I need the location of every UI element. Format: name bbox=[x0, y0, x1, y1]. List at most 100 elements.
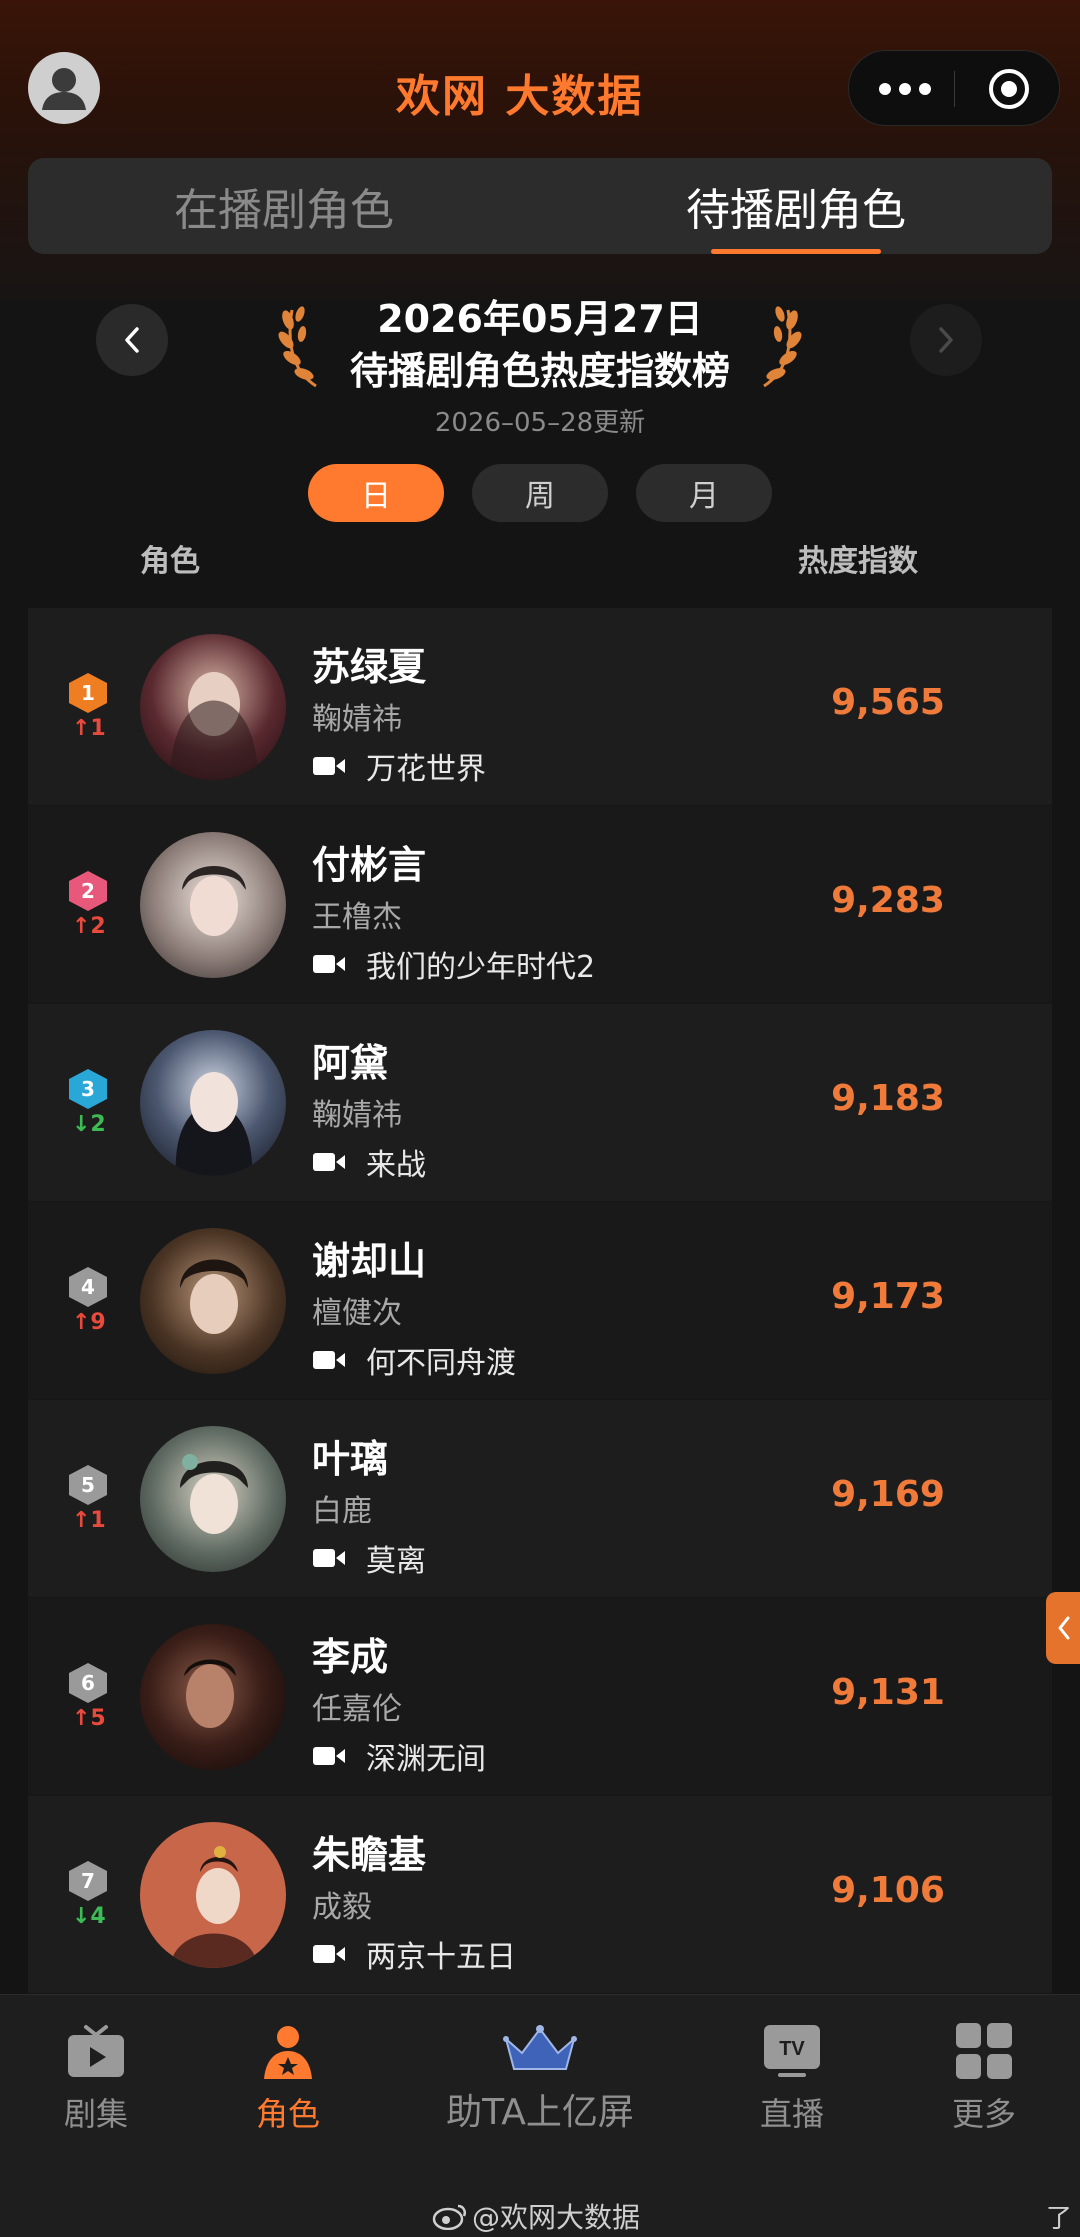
close-target-icon[interactable] bbox=[987, 67, 1031, 111]
drama-name: 莫离 bbox=[366, 1544, 426, 1579]
weibo-watermark: @欢网大数据 bbox=[432, 2196, 640, 2236]
nav-roles[interactable]: 角色 bbox=[218, 2023, 358, 2135]
role-name: 苏绿夏 bbox=[312, 645, 427, 689]
corner-text: 了 bbox=[1046, 2204, 1073, 2234]
video-camera-icon bbox=[313, 1549, 345, 1567]
heat-score: 9,131 bbox=[831, 1672, 945, 1713]
crown-icon bbox=[503, 2025, 577, 2070]
drama-title: 深渊无间 bbox=[312, 1734, 486, 1778]
character-photo bbox=[140, 1624, 286, 1770]
heat-score: 9,173 bbox=[831, 1276, 945, 1317]
drama-name: 我们的少年时代2 bbox=[366, 950, 596, 985]
actor-name: 白鹿 bbox=[312, 1494, 372, 1529]
rank-badge: 5 bbox=[66, 1464, 110, 1506]
actor-name: 王橹杰 bbox=[312, 900, 402, 935]
heat-score: 9,183 bbox=[831, 1078, 945, 1119]
drama-name: 来战 bbox=[366, 1148, 426, 1183]
actor-name: 鞠婧祎 bbox=[312, 702, 402, 737]
video-camera-icon bbox=[313, 1153, 345, 1171]
nav-more[interactable]: 更多 bbox=[914, 2023, 1054, 2135]
heat-score: 9,283 bbox=[831, 880, 945, 921]
heat-score: 9,169 bbox=[831, 1474, 945, 1515]
ranking-list: 1 ↑1 苏绿夏 鞠婧祎 万花世界 9,565 2 ↑2 付彬言 王橹杰 我们的… bbox=[28, 608, 1052, 1994]
ranking-row[interactable]: 7 ↓4 朱瞻基 成毅 两京十五日 9,106 bbox=[28, 1796, 1052, 1994]
rank-badge: 2 bbox=[66, 870, 110, 912]
next-date-button[interactable] bbox=[910, 304, 982, 376]
rank-trend: ↑5 bbox=[72, 1706, 106, 1731]
role-name: 阿黛 bbox=[312, 1041, 389, 1085]
update-time: 2026–05–28更新 bbox=[434, 408, 646, 438]
role-name: 谢却山 bbox=[312, 1239, 427, 1283]
rank-trend: ↓4 bbox=[72, 1904, 106, 1929]
nav-series[interactable]: 剧集 bbox=[26, 2023, 166, 2135]
drama-name: 深渊无间 bbox=[366, 1742, 486, 1777]
ranking-row[interactable]: 4 ↑9 谢却山 檀健次 何不同舟渡 9,173 bbox=[28, 1202, 1052, 1400]
drama-title: 来战 bbox=[312, 1140, 426, 1184]
period-day-button[interactable]: 日 bbox=[308, 464, 444, 522]
actor-name: 檀健次 bbox=[312, 1296, 402, 1331]
person-star-icon bbox=[264, 2026, 312, 2079]
rank-trend: ↑1 bbox=[72, 716, 106, 741]
drama-name: 万花世界 bbox=[366, 752, 486, 787]
capsule-divider bbox=[954, 71, 955, 107]
ranking-row[interactable]: 5 ↑1 叶璃 白鹿 莫离 9,169 bbox=[28, 1400, 1052, 1598]
rank-number: 7 bbox=[81, 1869, 95, 1893]
video-camera-icon bbox=[313, 1747, 345, 1765]
role-name: 李成 bbox=[312, 1635, 389, 1679]
actor-name: 任嘉伦 bbox=[312, 1692, 402, 1727]
tab-upcoming-roles[interactable]: 待播剧角色 bbox=[540, 158, 1052, 254]
watermark-text: @欢网大数据 bbox=[472, 2201, 641, 2234]
nav-live[interactable]: TV 直播 bbox=[722, 2023, 862, 2135]
rank-badge: 6 bbox=[66, 1662, 110, 1704]
brand-logo: 欢网 大数据 bbox=[396, 71, 644, 122]
character-photo bbox=[140, 1426, 286, 1572]
rank-trend: ↓2 bbox=[72, 1112, 106, 1137]
drama-name: 何不同舟渡 bbox=[366, 1346, 516, 1381]
side-drawer-handle[interactable] bbox=[1046, 1592, 1080, 1664]
role-name: 朱瞻基 bbox=[312, 1833, 427, 1877]
drama-title: 万花世界 bbox=[312, 744, 486, 788]
character-photo bbox=[140, 634, 286, 780]
period-selector: 日 周 月 bbox=[308, 464, 772, 522]
user-avatar-button[interactable] bbox=[28, 52, 100, 124]
heat-score: 9,565 bbox=[831, 682, 945, 723]
ranking-row[interactable]: 3 ↓2 阿黛 鞠婧祎 来战 9,183 bbox=[28, 1004, 1052, 1202]
period-week-button[interactable]: 周 bbox=[472, 464, 608, 522]
tv-play-icon bbox=[68, 2025, 124, 2077]
drama-title: 我们的少年时代2 bbox=[312, 942, 595, 986]
character-photo bbox=[140, 1822, 286, 1968]
tv-live-icon: TV bbox=[764, 2025, 820, 2077]
video-camera-icon bbox=[313, 955, 345, 973]
header: 欢网 大数据 bbox=[0, 0, 1080, 160]
nav-series-label: 剧集 bbox=[63, 2095, 128, 2133]
role-name: 付彬言 bbox=[312, 843, 427, 887]
drama-name: 两京十五日 bbox=[366, 1940, 516, 1975]
character-photo bbox=[140, 1228, 286, 1374]
column-header-role: 角色 bbox=[140, 544, 200, 579]
svg-text:TV: TV bbox=[779, 2038, 805, 2060]
nav-boost[interactable]: 助TA上亿屏 bbox=[420, 2023, 660, 2135]
drama-title: 两京十五日 bbox=[312, 1932, 516, 1976]
chevron-right-icon bbox=[939, 327, 953, 353]
period-month-button[interactable]: 月 bbox=[636, 464, 772, 522]
drama-title: 莫离 bbox=[312, 1536, 426, 1580]
ranking-row[interactable]: 2 ↑2 付彬言 王橹杰 我们的少年时代2 9,283 bbox=[28, 806, 1052, 1004]
video-camera-icon bbox=[313, 1945, 345, 1963]
rank-badge: 1 bbox=[66, 672, 110, 714]
grid-icon bbox=[956, 2023, 1012, 2079]
rank-number: 2 bbox=[81, 879, 95, 903]
rank-number: 3 bbox=[81, 1077, 95, 1101]
weibo-logo-icon bbox=[432, 2204, 466, 2230]
rank-number: 1 bbox=[81, 681, 95, 705]
date-navigator: 2026年05月27日 待播剧角色热度指数榜 2026–05–28更新 bbox=[0, 280, 1080, 440]
rank-number: 4 bbox=[81, 1275, 95, 1299]
ranking-row[interactable]: 1 ↑1 苏绿夏 鞠婧祎 万花世界 9,565 bbox=[28, 608, 1052, 806]
tab-airing-roles[interactable]: 在播剧角色 bbox=[28, 158, 540, 254]
ranking-row[interactable]: 6 ↑5 李成 任嘉伦 深渊无间 9,131 bbox=[28, 1598, 1052, 1796]
video-camera-icon bbox=[313, 757, 345, 775]
rank-trend: ↑2 bbox=[72, 914, 106, 939]
more-dots-icon[interactable] bbox=[877, 75, 933, 103]
nav-more-label: 更多 bbox=[951, 2095, 1016, 2133]
role-tabs: 在播剧角色 待播剧角色 bbox=[28, 158, 1052, 254]
role-name: 叶璃 bbox=[312, 1437, 389, 1481]
